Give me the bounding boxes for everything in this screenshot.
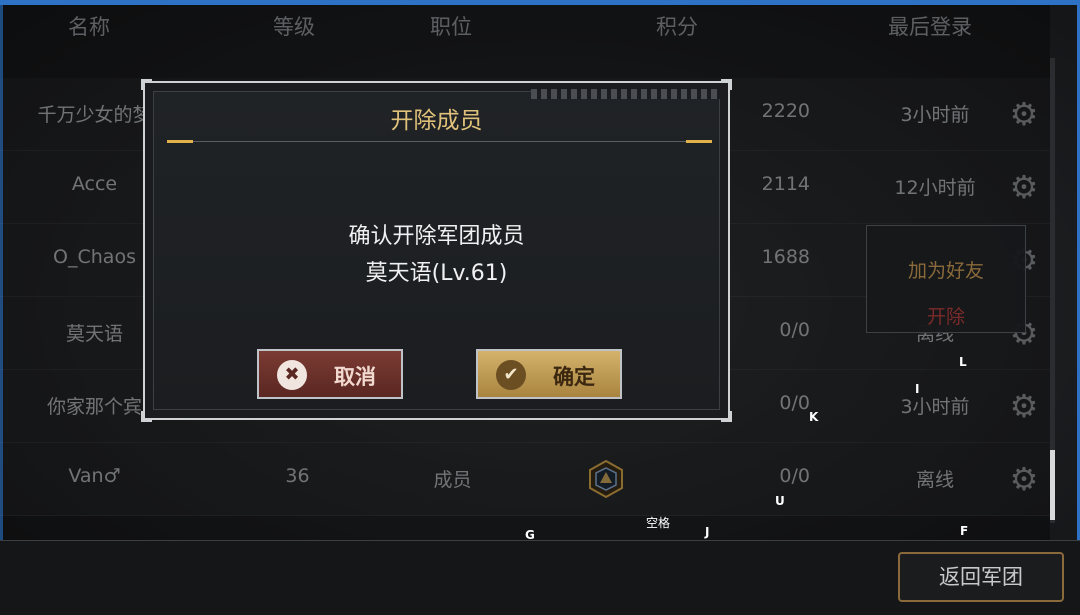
key-hint-u: U [775, 494, 785, 508]
dialog-corner [721, 411, 732, 422]
key-hint-g: G [525, 528, 535, 542]
add-friend-menu-item[interactable]: 加为好友 [867, 256, 1025, 283]
scrollbar-thumb[interactable] [1050, 450, 1055, 520]
close-icon: ✖ [277, 360, 307, 390]
checkmark-icon: ✔ [496, 360, 526, 390]
key-hint-i: I [915, 382, 920, 396]
confirm-button[interactable]: ✔ 确定 [476, 349, 622, 399]
key-hint-space: 空格 [646, 516, 671, 530]
dialog-corner [141, 79, 152, 90]
kick-member-dialog: 开除成员 确认开除军团成员 莫天语(Lv.61) ✖ 取消 ✔ 确定 [141, 79, 732, 422]
back-to-legion-button[interactable]: 返回军团 [898, 552, 1064, 602]
title-accent-left [167, 140, 193, 143]
dialog-decoration [531, 89, 721, 99]
title-divider [167, 141, 710, 142]
title-accent-right [686, 140, 712, 143]
member-context-menu: 加为好友 开除 [866, 225, 1026, 333]
key-hint-k: K [809, 410, 819, 424]
dialog-corner [721, 79, 732, 90]
dialog-corner [141, 411, 152, 422]
target-member-label: 莫天语(Lv.61) [365, 261, 508, 286]
dialog-title: 开除成员 [390, 108, 483, 134]
kick-menu-item[interactable]: 开除 [867, 302, 1025, 329]
key-hint-f: F [960, 524, 969, 538]
key-hint-l: L [959, 355, 967, 369]
confirm-message: 确认开除军团成员 [348, 224, 525, 249]
key-hint-j: J [705, 525, 710, 539]
cancel-button[interactable]: ✖ 取消 [257, 349, 403, 399]
